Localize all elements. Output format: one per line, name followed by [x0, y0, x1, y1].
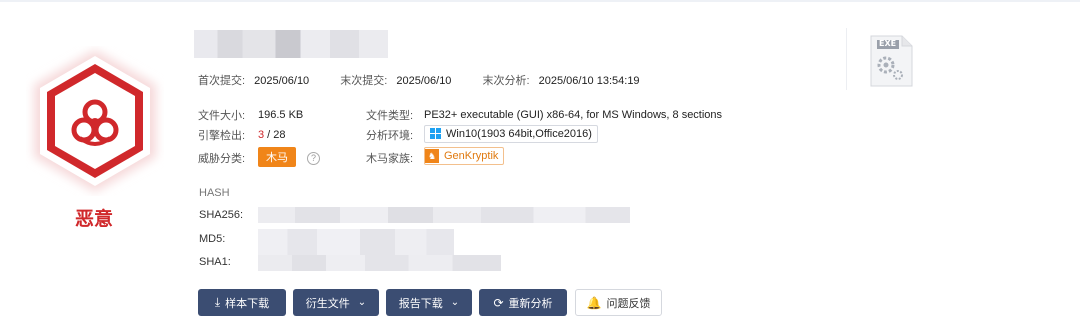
- file-size-value: 196.5 KB: [258, 109, 304, 121]
- file-name-redacted: [194, 30, 388, 58]
- feedback-button[interactable]: 🔔 问题反馈: [575, 289, 662, 316]
- malicious-badge-icon: [26, 46, 164, 196]
- download-icon: ⤓: [214, 295, 221, 309]
- engine-detect-value: 3 / 28: [258, 129, 286, 141]
- trojan-family-wrap[interactable]: ♞ GenKryptik: [424, 147, 505, 165]
- analysis-env-box: Win10(1903 64bit,Office2016): [424, 124, 598, 143]
- windows-icon: [430, 128, 441, 139]
- last-analysis-value: 2025/06/10 13:54:19: [538, 75, 640, 87]
- trojan-family-value: GenKryptik: [444, 150, 499, 162]
- file-type-label: 文件类型:: [366, 110, 414, 122]
- sample-download-label: 样本下载: [225, 297, 270, 310]
- sha1-label: SHA1:: [199, 256, 231, 268]
- verdict-label: 恶意: [74, 209, 113, 230]
- feedback-label: 问题反馈: [606, 297, 651, 310]
- md5-label: MD5:: [199, 233, 226, 245]
- hash-heading: HASH: [199, 187, 230, 199]
- report-download-label: 报告下载: [398, 297, 443, 310]
- exe-file-icon: EXE: [870, 35, 913, 87]
- file-type-value: PE32+ executable (GUI) x86-64, for MS Wi…: [424, 109, 723, 121]
- last-analysis-label: 末次分析:: [482, 75, 530, 87]
- reanalyze-button[interactable]: ⟳ 重新分析: [479, 289, 567, 316]
- file-size-label: 文件大小:: [198, 110, 246, 122]
- sha256-value-redacted: [258, 207, 630, 223]
- trojan-family-label: 木马家族:: [366, 153, 414, 165]
- threat-category-tag: 木马: [258, 147, 296, 167]
- reanalyze-label: 重新分析: [508, 297, 553, 310]
- first-submit-value: 2025/06/10: [254, 75, 310, 87]
- sample-download-button[interactable]: ⤓ 样本下载: [198, 289, 286, 316]
- bell-icon: 🔔: [586, 295, 602, 310]
- help-icon[interactable]: ?: [307, 152, 321, 165]
- analysis-env-value: Win10(1903 64bit,Office2016): [446, 127, 592, 140]
- threat-category-label: 威胁分类:: [198, 153, 246, 165]
- refresh-icon: ⟳: [493, 295, 504, 310]
- sha1-value-redacted: [258, 255, 501, 271]
- chevron-down-icon: ⌄: [450, 297, 460, 308]
- chevron-down-icon: ⌄: [357, 297, 367, 308]
- last-submit-label: 末次提交:: [340, 75, 388, 87]
- horse-icon: ♞: [425, 149, 439, 163]
- threat-category-wrap: 木马 ?: [258, 147, 321, 167]
- derived-files-button[interactable]: 衍生文件 ⌄: [293, 289, 379, 316]
- analysis-env-label: 分析环境:: [366, 130, 414, 142]
- md5-value-redacted: [258, 229, 454, 257]
- submission-dates-row: 首次提交: 2025/06/10 末次提交: 2025/06/10 末次分析: …: [198, 72, 640, 88]
- last-submit-value: 2025/06/10: [396, 75, 452, 87]
- sha256-label: SHA256:: [199, 209, 244, 221]
- engine-detect-label: 引擎检出:: [198, 130, 246, 142]
- engine-total-count: / 28: [264, 129, 286, 141]
- first-submit-label: 首次提交:: [198, 75, 246, 87]
- derived-files-label: 衍生文件: [305, 297, 350, 310]
- report-download-button[interactable]: 报告下载 ⌄: [386, 289, 472, 316]
- top-divider: [0, 0, 1080, 2]
- vertical-divider: [846, 28, 847, 90]
- exe-badge-text: EXE: [879, 39, 897, 48]
